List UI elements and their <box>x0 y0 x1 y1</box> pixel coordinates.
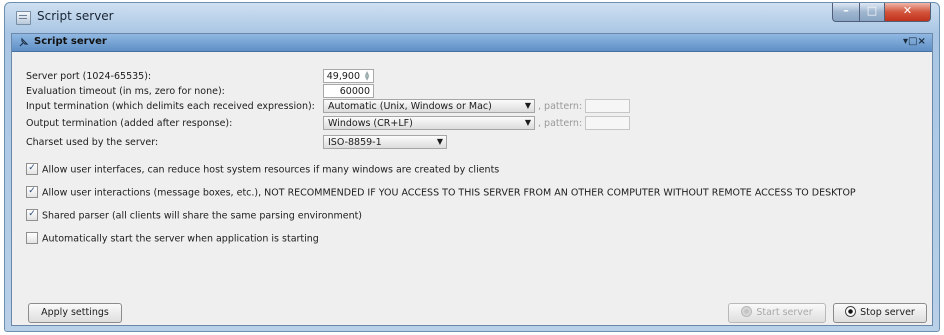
output-termination-value: Windows (CR+LF) <box>328 118 413 129</box>
app-window-icon <box>16 11 31 25</box>
output-termination-label: Output termination (added after response… <box>26 118 233 129</box>
apply-settings-button[interactable]: Apply settings <box>28 303 122 323</box>
start-server-button[interactable]: Start server <box>728 303 826 323</box>
stop-server-icon <box>845 306 857 317</box>
checkbox-label: Automatically start the server when appl… <box>42 233 319 245</box>
checkbox-icon[interactable]: ✓ <box>26 209 38 221</box>
panel-header: Script server ▾□× <box>12 34 932 52</box>
window-title: Script server <box>37 9 114 23</box>
pin-icon <box>19 37 29 47</box>
minimize-button[interactable]: – <box>832 3 860 22</box>
checkbox-allow-user-interactions[interactable]: ✓ Allow user interactions (message boxes,… <box>26 186 856 199</box>
eval-timeout-label: Evaluation timeout (in ms, zero for none… <box>26 86 225 97</box>
checkbox-label: Allow user interactions (message boxes, … <box>42 187 856 199</box>
checkbox-label: Shared parser (all clients will share th… <box>42 210 363 222</box>
input-termination-value: Automatic (Unix, Windows or Mac) <box>328 101 492 112</box>
minimize-icon: – <box>843 4 849 17</box>
input-pattern-field <box>585 99 630 113</box>
checkbox-shared-parser[interactable]: ✓ Shared parser (all clients will share t… <box>26 209 363 222</box>
output-pattern-field <box>585 116 630 130</box>
eval-timeout-input[interactable]: 60000 <box>323 84 374 98</box>
checkbox-auto-start[interactable]: Automatically start the server when appl… <box>26 232 319 245</box>
input-termination-label: Input termination (which delimits each r… <box>26 101 315 112</box>
start-server-icon <box>741 306 753 317</box>
output-pattern-label: , pattern: <box>538 118 583 129</box>
maximize-button[interactable]: □ <box>859 3 885 22</box>
checkbox-label: Allow user interfaces, can reduce host s… <box>42 164 500 176</box>
server-port-value: 49,900 <box>326 71 360 82</box>
server-port-spinner[interactable]: 49,900 ▲ ▼ <box>323 69 374 83</box>
chevron-down-icon: ▼ <box>524 101 531 110</box>
panel-window-controls[interactable]: ▾□× <box>903 36 926 47</box>
stop-server-label: Stop server <box>860 307 915 318</box>
spinner-arrows-icon[interactable]: ▲ ▼ <box>362 71 372 82</box>
charset-label: Charset used by the server: <box>26 137 159 148</box>
panel-title: Script server <box>34 36 107 47</box>
input-pattern-label: , pattern: <box>538 101 583 112</box>
charset-select[interactable]: ISO-8859-1 ▼ <box>323 135 447 149</box>
checkbox-icon[interactable]: ✓ <box>26 186 38 198</box>
close-window-button[interactable]: ✕ <box>884 3 931 22</box>
checkbox-allow-user-interfaces[interactable]: ✓ Allow user interfaces, can reduce host … <box>26 163 500 176</box>
checkbox-icon[interactable] <box>26 232 38 244</box>
start-server-label: Start server <box>756 307 813 318</box>
server-port-label: Server port (1024-65535): <box>26 71 152 82</box>
input-termination-select[interactable]: Automatic (Unix, Windows or Mac) ▼ <box>323 99 535 113</box>
checkbox-icon[interactable]: ✓ <box>26 163 38 175</box>
maximize-icon: □ <box>866 4 878 17</box>
charset-value: ISO-8859-1 <box>328 137 382 148</box>
chevron-down-icon: ▼ <box>524 118 531 127</box>
script-server-panel: Script server ▾□× Server port (1024-6553… <box>11 33 933 326</box>
window-titlebar[interactable]: Script server – □ ✕ <box>5 3 939 33</box>
app-window: Script server – □ ✕ Script server ▾□× Se… <box>4 2 940 332</box>
stop-server-button[interactable]: Stop server <box>833 303 927 323</box>
close-icon: ✕ <box>902 4 913 17</box>
output-termination-select[interactable]: Windows (CR+LF) ▼ <box>323 116 535 130</box>
chevron-down-icon: ▼ <box>436 137 443 146</box>
